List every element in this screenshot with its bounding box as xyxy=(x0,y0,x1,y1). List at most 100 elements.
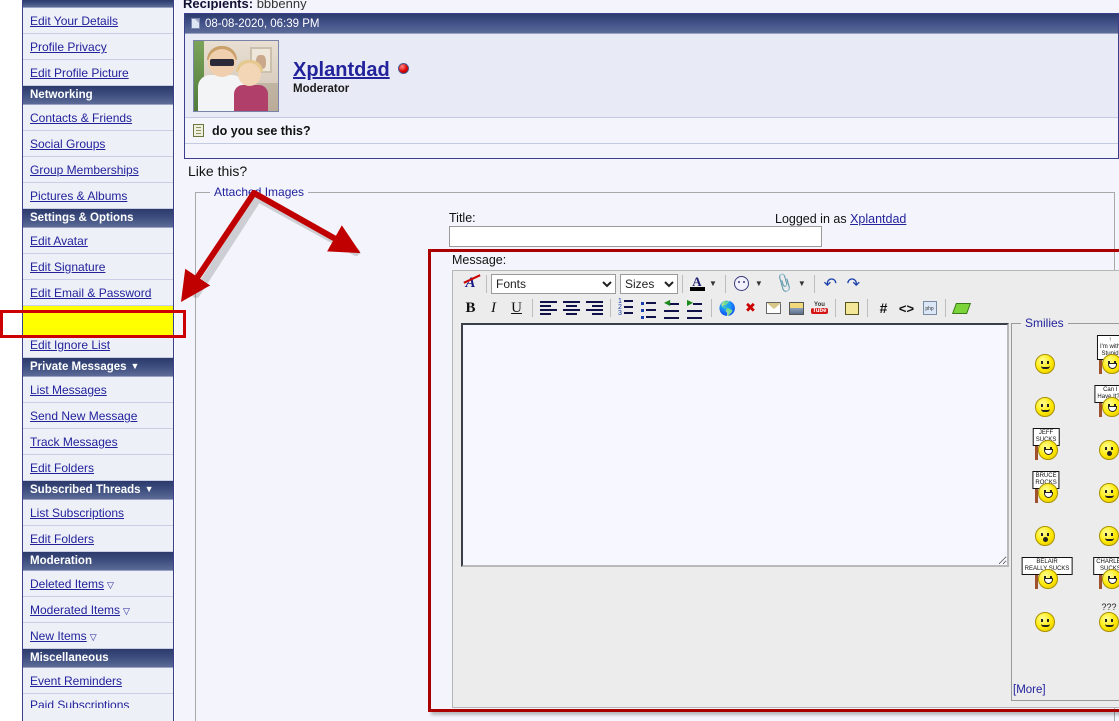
sidebar-item-label[interactable]: Edit Ignore List xyxy=(30,338,110,352)
attachment-button[interactable]: 📎 ▼ xyxy=(773,272,810,295)
indent-button[interactable]: ▶ xyxy=(684,297,707,319)
sidebar-item-edit-ignore-list[interactable]: Edit Ignore List xyxy=(23,332,173,358)
sidebar-item-profile-privacy[interactable]: Profile Privacy xyxy=(23,34,173,60)
highlight-button[interactable] xyxy=(950,297,973,319)
sidebar-item-label[interactable]: Moderated Items xyxy=(30,603,120,617)
outdent-button[interactable]: ◀ xyxy=(661,297,684,319)
sidebar-item-event-reminders[interactable]: Event Reminders xyxy=(23,668,173,694)
chevron-down-icon[interactable]: ▼ xyxy=(796,279,810,288)
charley-sucks-smilie[interactable]: CHARLEY SUCKS xyxy=(1081,547,1119,589)
sidebar-item-paid-subscriptions[interactable]: Paid Subscriptions xyxy=(23,694,173,708)
belair-really-sucks-smilie[interactable]: BELAIR REALLY SUCKS xyxy=(1017,547,1073,589)
insert-image-button[interactable] xyxy=(785,297,808,319)
message-textarea[interactable] xyxy=(461,323,1009,567)
confused-smilie[interactable] xyxy=(1017,332,1073,374)
sidebar-section-header[interactable]: Private Messages ▼ xyxy=(23,358,173,377)
sidebar-item-label[interactable]: Contacts & Friends xyxy=(30,111,132,125)
can-i-have-it-smilie[interactable]: Can I Have It?? xyxy=(1081,375,1119,417)
bruce-rocks-smilie[interactable]: BRUCE ROCKS xyxy=(1017,461,1073,503)
sidebar-item-label[interactable]: List Subscriptions xyxy=(30,506,124,520)
question-smilie[interactable]: ??? xyxy=(1081,590,1119,632)
wink-smilie[interactable] xyxy=(1017,590,1073,632)
sidebar-item-label[interactable]: Deleted Items xyxy=(30,577,104,591)
sidebar-item-label[interactable]: Profile Privacy xyxy=(30,40,107,54)
font-size-select[interactable]: Sizes xyxy=(620,273,678,294)
remove-link-button[interactable]: ✖ xyxy=(739,297,762,319)
sidebar-item-label[interactable]: Track Messages xyxy=(30,435,118,449)
sidebar-section-header[interactable]: Subscribed Threads ▼ xyxy=(23,481,173,500)
hash-button[interactable]: # xyxy=(872,297,895,319)
pray-smilie[interactable] xyxy=(1017,375,1073,417)
sidebar-item-label[interactable]: Edit Folders xyxy=(30,532,94,546)
im-with-stupid-smilie[interactable]: ↑ I'm with Stupid xyxy=(1081,332,1119,374)
surprised-smilie[interactable] xyxy=(1081,418,1119,460)
sidebar-item-label[interactable]: Send New Message xyxy=(30,409,137,423)
sidebar-item-label[interactable]: Event Reminders xyxy=(30,674,122,688)
ordered-list-button[interactable]: 1 2 3 xyxy=(615,297,638,319)
logged-in-username-link[interactable]: Xplantdad xyxy=(850,212,906,226)
smilies-more-link[interactable]: [More] xyxy=(1013,684,1046,696)
sidebar-item-social-groups[interactable]: Social Groups xyxy=(23,131,173,157)
undo-button[interactable]: ↶ xyxy=(819,273,842,295)
sidebar-item-contacts-friends[interactable]: Contacts & Friends xyxy=(23,105,173,131)
pm-username-link[interactable]: Xplantdad xyxy=(293,59,390,81)
sidebar-item-group-memberships[interactable]: Group Memberships xyxy=(23,157,173,183)
stretch-smilie[interactable] xyxy=(1081,461,1119,503)
sidebar-item-edit-folders[interactable]: Edit Folders xyxy=(23,455,173,481)
chevron-down-outline-icon[interactable]: ▽ xyxy=(90,632,97,642)
sidebar-item-edit-signature[interactable]: Edit Signature xyxy=(23,254,173,280)
code-button[interactable]: <> xyxy=(895,297,918,319)
sidebar-item-label[interactable]: Social Groups xyxy=(30,137,105,151)
sidebar-item-send-new-message[interactable]: Send New Message xyxy=(23,403,173,429)
sidebar-item-label[interactable]: List Messages xyxy=(30,383,107,397)
redo-button[interactable]: ↷ xyxy=(842,273,865,295)
sidebar-item-pictures-albums[interactable]: Pictures & Albums xyxy=(23,183,173,209)
remove-formatting-icon[interactable]: A xyxy=(459,273,482,295)
sidebar-item-deleted-items[interactable]: Deleted Items ▽ xyxy=(23,571,173,597)
font-family-select[interactable]: Fonts xyxy=(491,273,616,294)
title-input[interactable] xyxy=(449,226,822,247)
sidebar-item-label[interactable]: Edit Avatar xyxy=(30,234,88,248)
sidebar-item-list-messages[interactable]: List Messages xyxy=(23,377,173,403)
italic-button[interactable]: I xyxy=(482,297,505,319)
chevron-down-icon[interactable]: ▼ xyxy=(753,279,767,288)
sidebar-item-label[interactable]: Edit Your Details xyxy=(30,14,118,28)
align-center-button[interactable] xyxy=(560,297,583,319)
sidebar-item-label[interactable]: Edit Email & Password xyxy=(30,286,151,300)
sidebar-item-moderated-items[interactable]: Moderated Items ▽ xyxy=(23,597,173,623)
chevron-down-icon[interactable]: ▼ xyxy=(145,484,154,494)
sidebar-item-edit-profile-picture[interactable]: Edit Profile Picture xyxy=(23,60,173,86)
sidebar-item-list-subscriptions[interactable]: List Subscriptions xyxy=(23,500,173,526)
chevron-down-icon[interactable]: ▼ xyxy=(131,361,140,371)
sidebar-item-label[interactable]: Pictures & Albums xyxy=(30,189,127,203)
chevron-down-icon[interactable]: ▼ xyxy=(707,279,721,288)
align-left-button[interactable] xyxy=(537,297,560,319)
sidebar-item-label[interactable]: Edit Profile Picture xyxy=(30,66,129,80)
underline-button[interactable]: U xyxy=(505,297,528,319)
font-color-button[interactable]: A ▼ xyxy=(687,273,721,295)
sidebar-item-label[interactable]: New Items xyxy=(30,629,87,643)
quote-button[interactable] xyxy=(840,297,863,319)
insert-email-button[interactable] xyxy=(762,297,785,319)
chevron-down-outline-icon[interactable]: ▽ xyxy=(123,606,130,616)
sidebar-item-label[interactable]: Edit Folders xyxy=(30,461,94,475)
chevron-down-outline-icon[interactable]: ▽ xyxy=(107,580,114,590)
youtube-button[interactable]: You Tube xyxy=(808,297,831,319)
sidebar-item-edit-email-password[interactable]: Edit Email & Password xyxy=(23,280,173,306)
sidebar-item-label[interactable]: Edit Signature xyxy=(30,260,105,274)
sidebar-item-track-messages[interactable]: Track Messages xyxy=(23,429,173,455)
avatar[interactable] xyxy=(193,40,279,112)
sidebar-item-edit-your-details[interactable]: Edit Your Details xyxy=(23,8,173,34)
insert-link-button[interactable]: 🌎 xyxy=(716,297,739,319)
sidebar-item-new-items[interactable]: New Items ▽ xyxy=(23,623,173,649)
align-right-button[interactable] xyxy=(583,297,606,319)
smilie-insert-button[interactable]: ▼ xyxy=(730,273,767,295)
shock-smilie[interactable] xyxy=(1017,504,1073,546)
sidebar-item-label[interactable]: Group Memberships xyxy=(30,163,139,177)
sidebar-item-label[interactable]: Paid Subscriptions xyxy=(30,698,129,708)
sidebar-item-edit-folders[interactable]: Edit Folders xyxy=(23,526,173,552)
php-button[interactable]: php xyxy=(918,297,941,319)
sidebar-item-edit-avatar[interactable]: Edit Avatar xyxy=(23,228,173,254)
jeff-sucks-smilie[interactable]: JEFF SUCKS xyxy=(1017,418,1073,460)
bold-button[interactable]: B xyxy=(459,297,482,319)
